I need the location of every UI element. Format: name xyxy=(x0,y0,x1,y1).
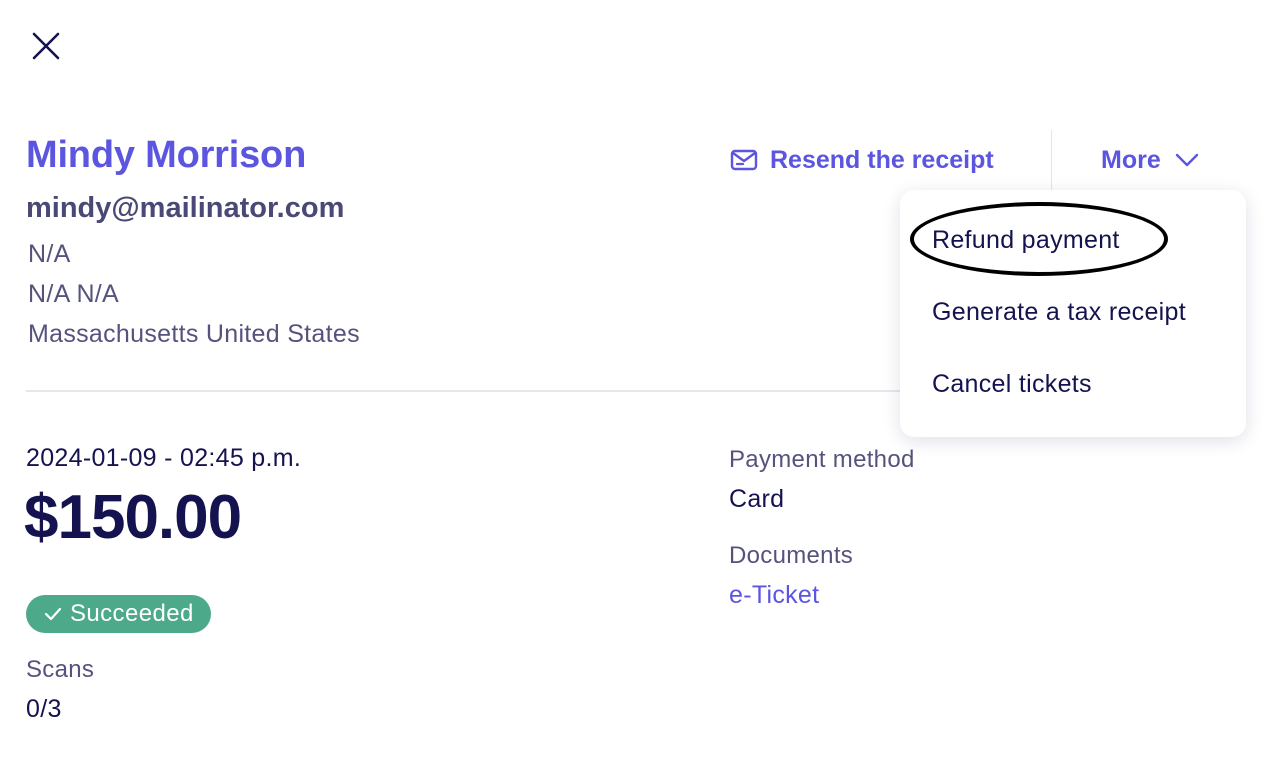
address-line-1: N/A xyxy=(28,240,71,268)
close-button[interactable] xyxy=(28,28,64,64)
address-line-3: Massachusetts United States xyxy=(28,320,360,348)
payment-method-value: Card xyxy=(729,485,785,513)
close-icon xyxy=(32,32,60,60)
payment-method-label: Payment method xyxy=(729,446,915,473)
section-divider xyxy=(26,390,926,392)
transaction-amount: $150.00 xyxy=(24,483,242,552)
more-label: More xyxy=(1101,145,1161,174)
more-button[interactable]: More xyxy=(1101,142,1199,178)
status-label: Succeeded xyxy=(70,600,194,627)
customer-email: mindy@mailinator.com xyxy=(26,192,345,224)
resend-receipt-label: Resend the receipt xyxy=(770,145,994,174)
chevron-down-icon xyxy=(1175,153,1198,167)
scans-label: Scans xyxy=(26,656,95,683)
more-dropdown-menu: Refund payment Generate a tax receipt Ca… xyxy=(900,190,1246,437)
actions-divider xyxy=(1051,130,1052,190)
status-badge: Succeeded xyxy=(26,595,211,633)
address-line-2: N/A N/A xyxy=(28,280,120,308)
documents-label: Documents xyxy=(729,542,854,569)
eticket-link[interactable]: e-Ticket xyxy=(729,581,819,610)
customer-name: Mindy Morrison xyxy=(26,134,307,176)
resend-receipt-button[interactable]: Resend the receipt xyxy=(730,142,994,178)
transaction-details-panel: Mindy Morrison mindy@mailinator.com N/A … xyxy=(0,0,1266,762)
menu-item-cancel-tickets[interactable]: Cancel tickets xyxy=(932,370,1092,399)
menu-item-refund-payment[interactable]: Refund payment xyxy=(932,226,1120,255)
transaction-datetime: 2024-01-09 - 02:45 p.m. xyxy=(26,444,302,472)
menu-item-generate-tax-receipt[interactable]: Generate a tax receipt xyxy=(932,298,1186,327)
check-icon xyxy=(44,607,62,621)
mail-icon xyxy=(730,149,758,171)
scans-value: 0/3 xyxy=(26,695,62,723)
